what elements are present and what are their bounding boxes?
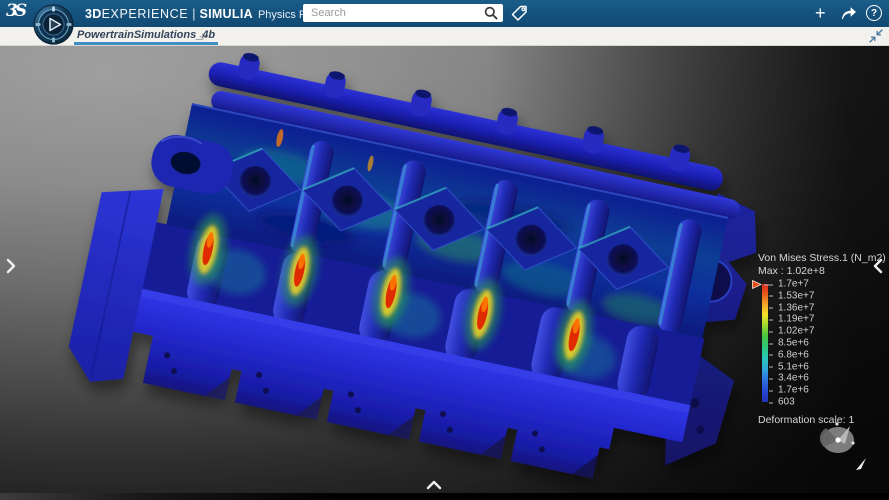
tag-icon[interactable] [509, 4, 529, 24]
legend-tick-label: 1.36e+7 [778, 302, 814, 313]
legend-tick-label: 5.1e+6 [778, 361, 809, 372]
legend-tick-label: 1.02e+7 [778, 326, 814, 337]
new-tab-button[interactable]: + [199, 29, 207, 44]
viewport-3d[interactable]: Von Mises Stress.1 (N_m2) Max : 1.02e+8 … [0, 46, 889, 493]
tab-powertrain-simulations[interactable]: PowertrainSimulations_4b [74, 28, 218, 45]
tab-bar: PowertrainSimulations_4b + [0, 27, 889, 46]
legend-scale: 1.7e+7 1.53e+7 1.36e+7 1.19e+7 1.02e+7 8… [762, 284, 886, 410]
legend-tick-label: 1.53e+7 [778, 290, 814, 301]
chevron-right-icon[interactable] [6, 258, 16, 274]
legend-color-bar [762, 284, 768, 402]
product-name-bold: 3D [85, 7, 102, 21]
legend-tick-label: 603 [778, 397, 795, 408]
engine-block [63, 46, 780, 493]
search-box[interactable] [303, 4, 503, 22]
product-name-rest: EXPERIENCE [102, 7, 189, 21]
ds-logo-text: 3S [6, 1, 24, 21]
legend-marker-icon[interactable] [752, 280, 762, 289]
legend-tick-label: 1.19e+7 [778, 314, 814, 325]
search-input[interactable] [303, 4, 483, 22]
stress-legend: Von Mises Stress.1 (N_m2) Max : 1.02e+8 … [758, 252, 886, 426]
ds-logo-icon: 3S [6, 1, 24, 21]
title-separator: | [188, 7, 199, 21]
compass-icon[interactable] [33, 4, 74, 45]
legend-tick-label: 6.8e+6 [778, 349, 809, 360]
legend-title: Von Mises Stress.1 (N_m2) [758, 252, 886, 265]
legend-max-value: Max : 1.02e+8 [758, 265, 886, 278]
legend-tick-label: 1.7e+6 [778, 385, 809, 396]
plus-icon[interactable]: + [815, 0, 826, 27]
legend-tick-label: 1.7e+7 [778, 279, 809, 290]
chevron-left-icon[interactable] [873, 258, 883, 274]
help-icon[interactable]: ? [866, 5, 882, 21]
cursor-arrow-icon [856, 458, 866, 470]
top-bar: 3S 3DEXPERIENCE|SIMULIAPhysics Results E… [0, 0, 889, 27]
bottom-bar [0, 493, 889, 500]
collapse-icon[interactable] [869, 29, 883, 43]
brand-name: SIMULIA [199, 7, 253, 21]
deformation-scale-label: Deformation scale: 1 [758, 414, 886, 426]
share-icon[interactable] [840, 5, 858, 21]
view-gizmo-icon[interactable] [812, 418, 870, 474]
chevron-up-icon[interactable] [426, 480, 442, 490]
legend-tick-label: 3.4e+6 [778, 373, 809, 384]
search-icon[interactable] [484, 6, 498, 20]
legend-tick-label: 8.5e+6 [778, 338, 809, 349]
engine-model-render[interactable] [0, 46, 889, 493]
